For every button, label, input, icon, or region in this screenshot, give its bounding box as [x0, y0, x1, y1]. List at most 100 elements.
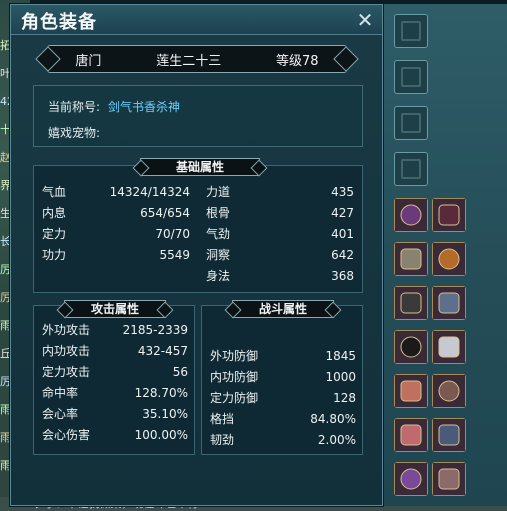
attack-attributes-header: 攻击属性 — [64, 300, 166, 318]
basic-stat-label: 根骨 — [206, 206, 231, 220]
robe-icon — [433, 331, 465, 363]
basic-stat-value: 70/70 — [155, 227, 190, 241]
character-equipment-window: 角色装备 ✕ 唐门 莲生二十三 等级78 当前称号: 剑气书香杀神 嬉戏宠物: 基… — [10, 4, 383, 506]
attack-stat-label: 内功攻击 — [42, 344, 91, 358]
attack-stat-row: 会心率 35.10% — [42, 406, 188, 422]
equipment-slot[interactable] — [394, 374, 428, 408]
attack-stat-value: 128.70% — [134, 386, 188, 400]
battle-stat-row: 定力防御 128 — [210, 390, 356, 406]
battle-stat-label: 外功防御 — [210, 349, 259, 363]
bracelet-icon — [395, 463, 427, 495]
equipment-slot[interactable] — [394, 418, 428, 452]
equipment-slot[interactable] — [394, 462, 428, 496]
belt-icon — [433, 419, 465, 451]
basic-stat-row: 功力 5549 — [42, 247, 190, 263]
equipment-slot[interactable] — [432, 462, 466, 496]
battle-stat-label: 韧劲 — [210, 433, 235, 447]
battle-attributes-panel: 战斗属性 外功防御 1845 内功防御 1000 定力防御 128 格挡 84.80% 韧劲 2.… — [201, 300, 363, 455]
horse-icon — [395, 331, 427, 363]
basic-attributes-header: 基础属性 — [140, 158, 260, 176]
battle-stat-value: 1845 — [325, 349, 356, 363]
close-button[interactable]: ✕ — [354, 9, 376, 31]
ornament-icon — [401, 159, 421, 179]
pet-label: 嬉戏宠物: — [48, 126, 101, 140]
current-title-value[interactable]: 剑气书香杀神 — [108, 100, 180, 114]
equipment-slot[interactable] — [432, 286, 466, 320]
character-info-bar: 唐门 莲生二十三 等级78 — [47, 45, 347, 73]
equipment-slot[interactable] — [394, 198, 428, 232]
attack-stat-label: 会心率 — [42, 407, 79, 421]
equipment-panel — [384, 4, 507, 506]
equipment-slot[interactable] — [432, 418, 466, 452]
battle-stat-value: 1000 — [325, 370, 356, 384]
gourd-icon — [433, 243, 465, 275]
attack-stat-value: 2185-2339 — [122, 323, 188, 337]
faction-label: 唐门 — [75, 53, 102, 69]
equipment-slot[interactable] — [432, 374, 466, 408]
basic-stat-value: 401 — [331, 227, 354, 241]
attack-stat-label: 外功攻击 — [42, 323, 91, 337]
current-title-row: 当前称号: 剑气书香杀神 — [48, 98, 180, 115]
attack-stat-value: 432-457 — [137, 344, 188, 358]
basic-stat-value: 368 — [331, 269, 354, 283]
basic-stat-label: 功力 — [42, 248, 67, 262]
fashion-slot[interactable] — [394, 14, 428, 48]
basic-stat-value: 654/654 — [140, 206, 190, 220]
basic-stat-value: 642 — [331, 248, 354, 262]
mount-slot[interactable] — [394, 60, 428, 94]
current-title-label: 当前称号: — [48, 100, 101, 114]
basic-stat-label: 气血 — [42, 185, 67, 199]
battle-stat-row: 内功防御 1000 — [210, 369, 356, 385]
battle-stat-label: 定力防御 — [210, 391, 259, 405]
portrait-avatar-icon — [395, 199, 427, 231]
bracer-icon — [433, 375, 465, 407]
attack-stat-row: 内功攻击 432-457 — [42, 343, 188, 359]
basic-stat-label: 定力 — [42, 227, 67, 241]
attack-stat-value: 100.00% — [134, 428, 188, 442]
basic-stat-value: 435 — [331, 185, 354, 199]
basic-stat-label: 气劲 — [206, 227, 231, 241]
ornament-slot[interactable] — [394, 152, 428, 186]
attack-stat-label: 会心伤害 — [42, 428, 91, 442]
wing-slot[interactable] — [394, 106, 428, 140]
battle-stat-row: 格挡 84.80% — [210, 411, 356, 427]
fashion-icon — [401, 21, 421, 41]
battle-stat-value: 84.80% — [310, 412, 356, 426]
equipment-slot[interactable] — [432, 198, 466, 232]
basic-stat-row: 洞察 642 — [206, 247, 354, 263]
attack-stat-value: 56 — [172, 365, 188, 379]
attack-stat-row: 会心伤害 100.00% — [42, 427, 188, 443]
basic-stat-label: 力道 — [206, 185, 231, 199]
equipment-slot[interactable] — [432, 242, 466, 276]
equipment-slot[interactable] — [432, 330, 466, 364]
scarf-icon — [433, 287, 465, 319]
character-name: 莲生二十三 — [156, 53, 222, 69]
battle-attributes-header: 战斗属性 — [232, 300, 334, 318]
basic-stat-row: 气血 14324/14324 — [42, 184, 190, 200]
basic-stat-row: 定力 70/70 — [42, 226, 190, 242]
basic-stat-value: 5549 — [159, 248, 190, 262]
basic-stat-row: 根骨 427 — [206, 205, 354, 221]
basic-stat-label: 身法 — [206, 269, 231, 283]
pet-row: 嬉戏宠物: — [48, 124, 108, 141]
attack-attributes-panel: 攻击属性 外功攻击 2185-2339 内功攻击 432-457 定力攻击 56 命中率 12… — [33, 300, 195, 455]
basic-attributes-panel: 基础属性 气血 14324/14324 内息 654/654 定力 70/70 功力 5549… — [33, 158, 363, 293]
title-bar[interactable]: 角色装备 ✕ — [11, 5, 382, 35]
ring-icon — [395, 375, 427, 407]
basic-stat-row: 身法 368 — [206, 268, 354, 284]
battle-stat-row: 韧劲 2.00% — [210, 432, 356, 448]
crossbow-icon — [395, 287, 427, 319]
battle-stat-value: 128 — [333, 391, 356, 405]
equipment-slot[interactable] — [394, 330, 428, 364]
window-title: 角色装备 — [21, 12, 97, 33]
attack-stat-row: 外功攻击 2185-2339 — [42, 322, 188, 338]
equipment-slot[interactable] — [394, 286, 428, 320]
equipment-slot[interactable] — [394, 242, 428, 276]
attack-stat-value: 35.10% — [142, 407, 188, 421]
basic-stat-row: 气劲 401 — [206, 226, 354, 242]
basic-stat-label: 洞察 — [206, 248, 231, 262]
basic-stat-value: 427 — [331, 206, 354, 220]
basic-stat-row: 力道 435 — [206, 184, 354, 200]
mount-icon — [401, 67, 421, 87]
basic-stat-label: 内息 — [42, 206, 67, 220]
